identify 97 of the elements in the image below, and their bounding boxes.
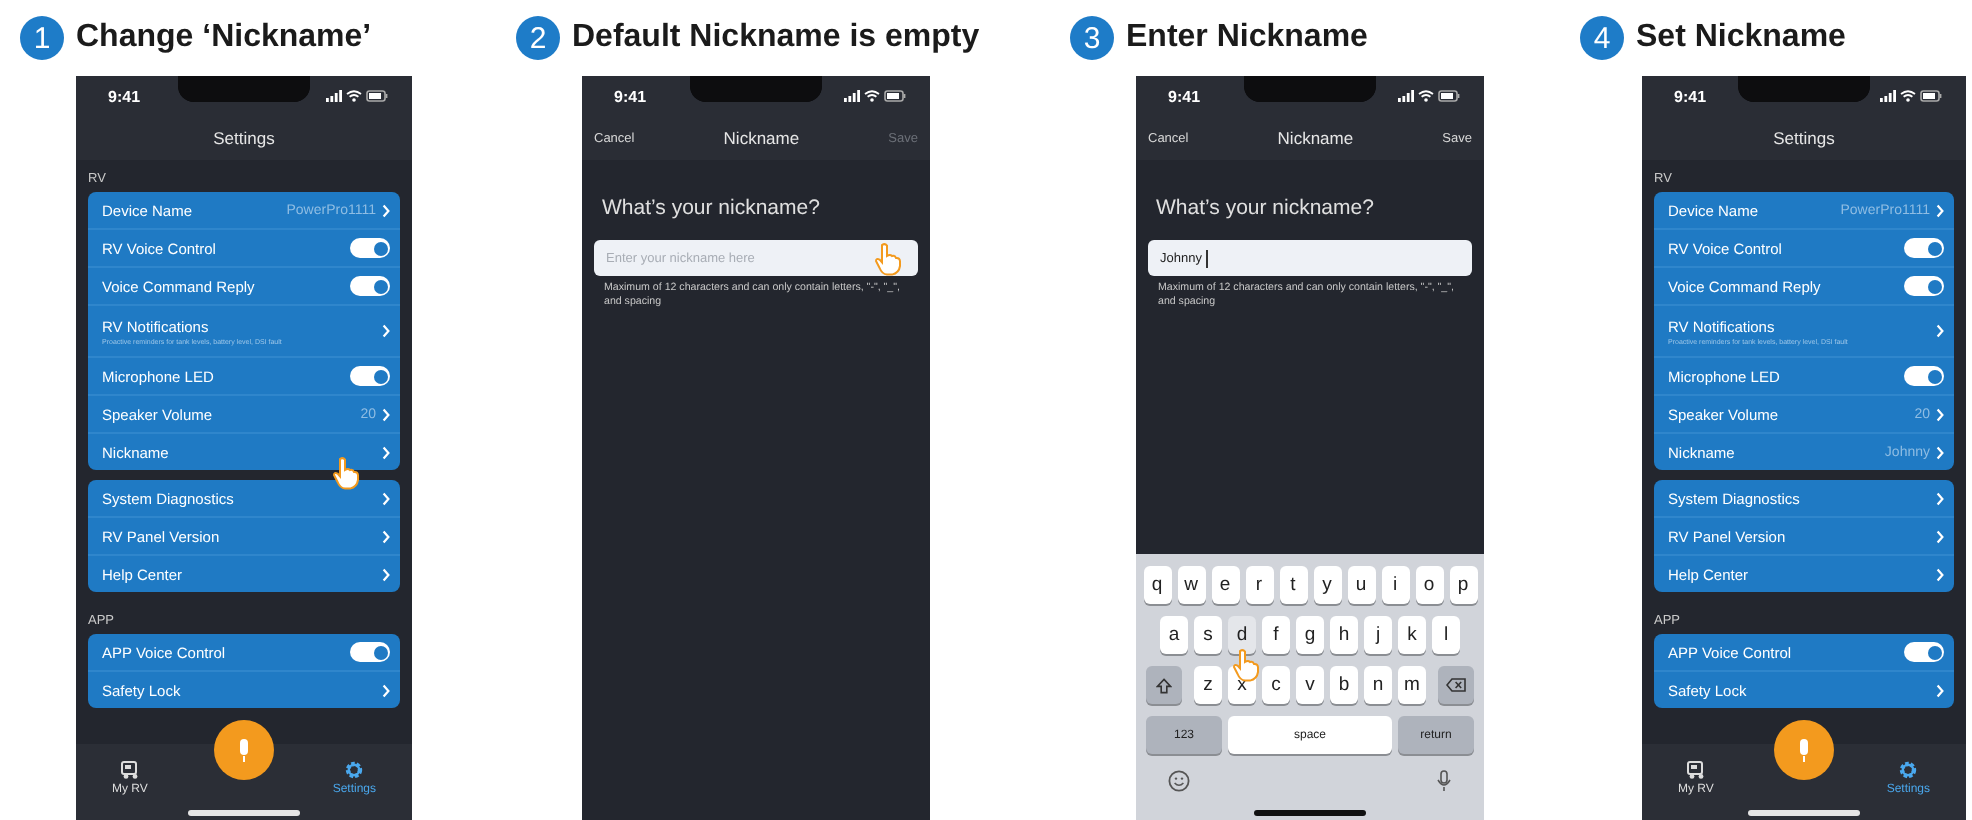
keyboard-key[interactable]: k <box>1398 616 1426 654</box>
step-title: Enter Nickname <box>1126 20 1368 56</box>
backspace-key[interactable] <box>1438 666 1474 704</box>
keyboard-key[interactable]: y <box>1313 566 1341 604</box>
shift-arrow-icon <box>1156 677 1172 693</box>
step-number: 2 <box>516 16 560 60</box>
chevron-icon <box>382 324 390 338</box>
chevron-icon <box>382 567 390 581</box>
chevron-icon <box>1936 683 1944 697</box>
step-title: Set Nickname <box>1636 20 1846 56</box>
keyboard-key[interactable]: g <box>1296 616 1324 654</box>
settings-icon <box>1898 760 1919 780</box>
toggle-switch[interactable] <box>350 276 390 296</box>
keyboard-key[interactable]: n <box>1364 666 1392 704</box>
settings-icon <box>344 760 365 780</box>
status-time: 9:41 <box>108 87 141 105</box>
question-heading: What’s your nickname? <box>1154 194 1376 224</box>
wifi-icon <box>1418 90 1434 102</box>
keyboard-key[interactable]: c <box>1262 666 1290 704</box>
step-number: 1 <box>20 16 64 60</box>
status-time: 9:41 <box>1674 87 1707 105</box>
microphone-button[interactable] <box>214 720 274 780</box>
signal-icon <box>844 90 860 102</box>
keyboard-key[interactable]: r <box>1245 566 1273 604</box>
battery-icon <box>1920 90 1942 102</box>
battery-icon <box>884 90 906 102</box>
keyboard-key[interactable]: w <box>1177 566 1205 604</box>
status-time: 9:41 <box>1168 87 1201 105</box>
screen-title: Settings <box>1773 128 1835 148</box>
keyboard-key[interactable]: i <box>1381 566 1409 604</box>
toggle-switch[interactable] <box>350 642 390 662</box>
toggle-switch[interactable] <box>1904 276 1944 296</box>
microphone-icon <box>236 737 252 763</box>
keyboard-key[interactable]: l <box>1432 616 1460 654</box>
keyboard-key[interactable]: j <box>1364 616 1392 654</box>
wifi-icon <box>1900 90 1916 102</box>
wifi-icon <box>864 90 880 102</box>
screen-title: Nickname <box>1277 128 1354 148</box>
keyboard-key[interactable]: a <box>1160 616 1188 654</box>
toggle-switch[interactable] <box>350 366 390 386</box>
screen-title: Nickname <box>723 128 800 148</box>
chevron-icon <box>382 683 390 697</box>
keyboard-key[interactable]: d <box>1228 616 1256 654</box>
microphone-icon <box>1796 737 1812 763</box>
home-indicator <box>1748 810 1860 816</box>
emoji-icon <box>1168 770 1190 792</box>
backspace-icon <box>1446 678 1466 692</box>
rv-icon <box>1685 760 1706 780</box>
battery-icon <box>366 90 388 102</box>
keyboard-key[interactable]: z <box>1194 666 1222 704</box>
toggle-switch[interactable] <box>1904 366 1944 386</box>
keyboard-key[interactable]: q <box>1143 566 1171 604</box>
rv-icon <box>119 760 140 780</box>
chevron-icon <box>382 491 390 505</box>
keyboard-key[interactable]: m <box>1398 666 1426 704</box>
keyboard-key[interactable]: e <box>1211 566 1239 604</box>
battery-icon <box>1438 90 1460 102</box>
keyboard-key[interactable]: f <box>1262 616 1290 654</box>
chevron-icon <box>382 203 390 217</box>
chevron-icon <box>1936 529 1944 543</box>
keyboard-key[interactable]: o <box>1415 566 1443 604</box>
keyboard-key[interactable]: s <box>1194 616 1222 654</box>
keyboard-key[interactable]: t <box>1279 566 1307 604</box>
question-heading: What’s your nickname? <box>600 194 822 224</box>
signal-icon <box>326 90 342 102</box>
screen-title: Settings <box>213 128 275 148</box>
keyboard-key[interactable]: p <box>1449 566 1477 604</box>
chevron-icon <box>1936 491 1944 505</box>
home-indicator <box>1254 810 1366 816</box>
toggle-switch[interactable] <box>1904 238 1944 258</box>
keyboard-key[interactable]: v <box>1296 666 1324 704</box>
step-title: Default Nickname is empty <box>572 20 980 56</box>
chevron-icon <box>382 529 390 543</box>
wifi-icon <box>346 90 362 102</box>
signal-icon <box>1880 90 1896 102</box>
shift-key[interactable] <box>1146 666 1182 704</box>
step-title: Change ‘Nickname’ <box>76 20 372 56</box>
step-number: 4 <box>1580 16 1624 60</box>
chevron-icon <box>382 445 390 459</box>
toggle-switch[interactable] <box>1904 642 1944 662</box>
chevron-icon <box>1936 324 1944 338</box>
keyboard-key[interactable]: u <box>1347 566 1375 604</box>
chevron-icon <box>1936 203 1944 217</box>
keyboard-key[interactable]: h <box>1330 616 1358 654</box>
step-number: 3 <box>1070 16 1114 60</box>
chevron-icon <box>1936 407 1944 421</box>
chevron-icon <box>1936 445 1944 459</box>
keyboard-key[interactable]: b <box>1330 666 1358 704</box>
toggle-switch[interactable] <box>350 238 390 258</box>
hand-pointer-icon <box>1232 648 1260 682</box>
home-indicator <box>188 810 300 816</box>
chevron-icon <box>382 407 390 421</box>
signal-icon <box>1398 90 1414 102</box>
microphone-button[interactable] <box>1774 720 1834 780</box>
status-time: 9:41 <box>614 87 647 105</box>
microphone-icon <box>1436 770 1452 792</box>
chevron-icon <box>1936 567 1944 581</box>
